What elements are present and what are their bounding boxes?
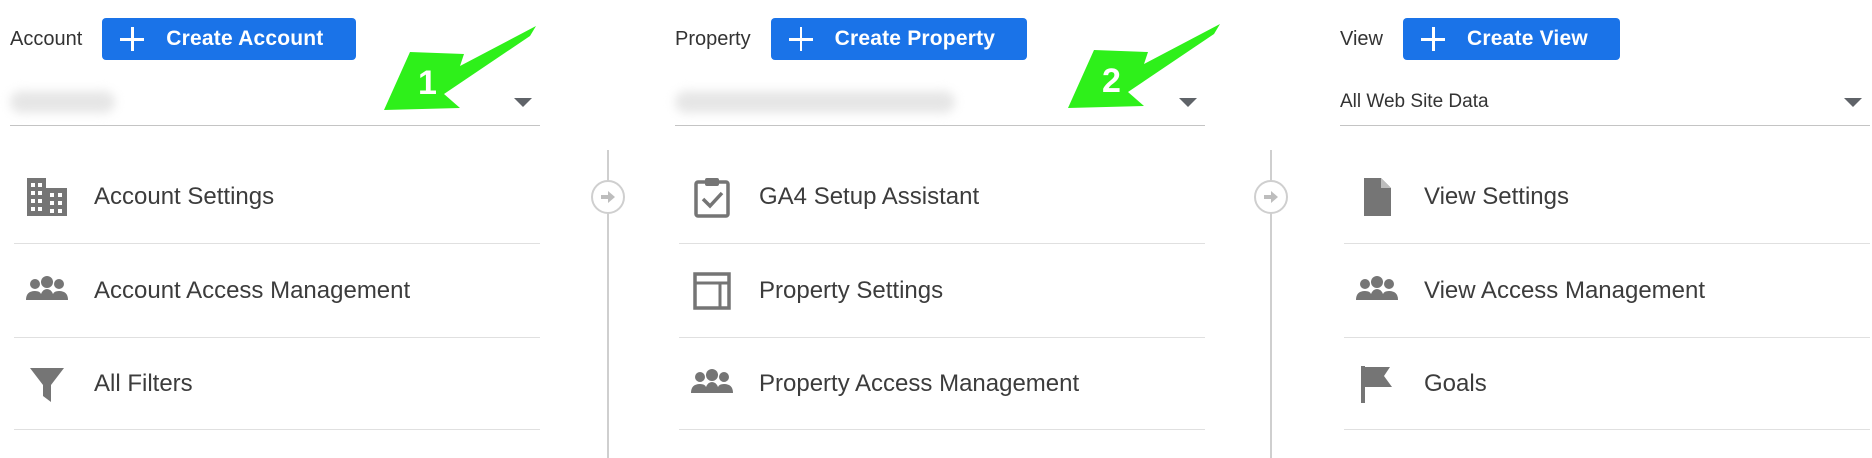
- menu-item-view-settings[interactable]: View Settings: [1344, 150, 1870, 244]
- menu-item-account-settings[interactable]: Account Settings: [14, 150, 540, 244]
- flag-icon: [1354, 361, 1400, 407]
- menu-label: Goals: [1424, 369, 1487, 397]
- people-icon: [689, 361, 735, 407]
- create-account-button[interactable]: Create Account: [102, 18, 356, 60]
- people-icon: [1354, 268, 1400, 314]
- view-selected-value: All Web Site Data: [1340, 90, 1489, 112]
- create-property-button[interactable]: Create Property: [770, 18, 1028, 60]
- property-name-redacted: [675, 90, 955, 113]
- create-property-label: Create Property: [834, 27, 996, 50]
- flow-arrow-icon: [591, 180, 625, 214]
- menu-item-ga4-setup-assistant[interactable]: GA4 Setup Assistant: [679, 150, 1205, 244]
- layout-icon: [689, 268, 735, 314]
- annotation-arrow-2-icon: 2: [1068, 24, 1220, 108]
- menu-label: All Filters: [94, 369, 193, 397]
- menu-label: View Settings: [1424, 182, 1569, 210]
- plus-icon: [120, 27, 145, 51]
- account-menu: Account Settings Account Access Manageme…: [14, 150, 540, 430]
- menu-item-goals[interactable]: Goals: [1344, 338, 1870, 430]
- create-account-label: Create Account: [166, 27, 324, 50]
- building-icon: [24, 174, 70, 220]
- menu-item-property-access[interactable]: Property Access Management: [679, 338, 1205, 430]
- menu-label: GA4 Setup Assistant: [759, 182, 980, 210]
- account-name-redacted: [10, 90, 115, 113]
- view-menu: View Settings View Access Management Goa…: [1344, 150, 1870, 430]
- annotation-number-2: 2: [1102, 62, 1121, 100]
- menu-item-account-access[interactable]: Account Access Management: [14, 244, 540, 338]
- document-icon: [1354, 174, 1400, 220]
- menu-label: Property Access Management: [759, 369, 1080, 397]
- menu-item-all-filters[interactable]: All Filters: [14, 338, 540, 430]
- people-icon: [24, 268, 70, 314]
- property-label: Property: [675, 27, 751, 50]
- view-header: View Create View: [1340, 18, 1620, 60]
- plus-icon: [788, 27, 813, 51]
- create-view-button[interactable]: Create View: [1403, 18, 1620, 60]
- menu-label: Account Settings: [94, 182, 275, 210]
- flow-arrow-icon: [1254, 180, 1288, 214]
- account-label: Account: [10, 27, 83, 50]
- view-label: View: [1340, 27, 1383, 50]
- view-column: View Create View All Web Site Data View …: [1340, 0, 1872, 458]
- account-header: Account Create Account: [10, 18, 356, 60]
- plus-icon: [1421, 27, 1445, 51]
- annotation-arrow-1-icon: 1: [384, 26, 536, 110]
- filter-icon: [24, 361, 70, 407]
- create-view-label: Create View: [1467, 27, 1588, 50]
- menu-item-view-access[interactable]: View Access Management: [1344, 244, 1870, 338]
- menu-item-property-settings[interactable]: Property Settings: [679, 244, 1205, 338]
- property-header: Property Create Property: [675, 18, 1028, 60]
- annotation-number-1: 1: [418, 64, 437, 102]
- menu-label: View Access Management: [1424, 276, 1706, 304]
- menu-label: Account Access Management: [94, 276, 411, 304]
- clipboard-check-icon: [689, 174, 735, 220]
- property-menu: GA4 Setup Assistant Property Settings Pr…: [679, 150, 1205, 430]
- view-selector[interactable]: All Web Site Data: [1340, 78, 1870, 126]
- menu-label: Property Settings: [759, 276, 944, 304]
- dropdown-caret-icon: [1844, 98, 1862, 107]
